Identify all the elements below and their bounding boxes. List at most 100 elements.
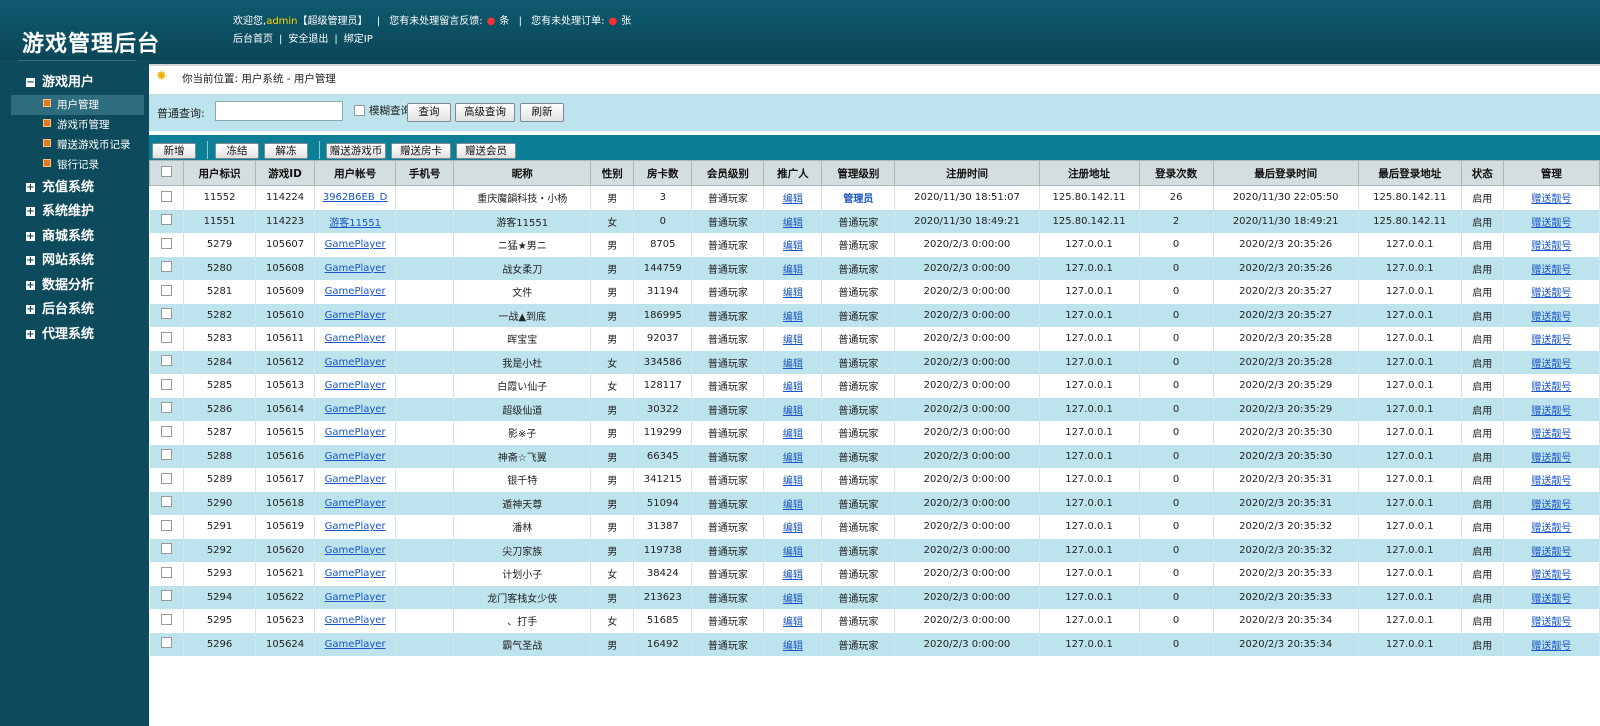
- table-row[interactable]: 5290 105618 GamePlayer 遁神天尊男 51094 普通玩家 编辑 普通玩家…: [149, 491, 1600, 515]
- gift-vip-number-link[interactable]: 赠送靓号: [1531, 382, 1571, 393]
- select-all-checkbox[interactable]: [161, 166, 172, 177]
- account-link[interactable]: GamePlayer: [325, 615, 386, 626]
- edit-link[interactable]: 编辑: [783, 335, 803, 346]
- sidebar-item-bank-records[interactable]: 银行记录: [11, 155, 144, 175]
- edit-link[interactable]: 编辑: [783, 312, 803, 323]
- column-header[interactable]: 管理级别: [821, 160, 896, 186]
- account-link[interactable]: GamePlayer: [325, 474, 386, 485]
- table-row[interactable]: 5289 105617 GamePlayer 银千特男 341215 普通玩家 编辑 普通玩家…: [149, 468, 1600, 492]
- row-select-cell[interactable]: [149, 562, 185, 586]
- row-select-cell[interactable]: [149, 280, 185, 304]
- column-header[interactable]: 用户帐号: [314, 160, 397, 186]
- table-row[interactable]: 5282 105610 GamePlayer 一战▲到底男 186995 普通玩家 编辑 普通…: [149, 303, 1600, 327]
- account-link[interactable]: GamePlayer: [325, 498, 386, 509]
- feedback-count[interactable]: ●: [483, 16, 500, 27]
- refresh-button[interactable]: 刷新: [520, 103, 564, 122]
- edit-link[interactable]: 编辑: [783, 594, 803, 605]
- row-select-cell[interactable]: [149, 444, 185, 468]
- account-link[interactable]: GamePlayer: [325, 639, 386, 650]
- table-row[interactable]: 5295 105623 GamePlayer 、打手女 51685 普通玩家 编辑 普通玩家 2…: [149, 609, 1600, 633]
- sidebar-item-user-management[interactable]: 用户管理: [11, 95, 144, 115]
- gift-vip-number-link[interactable]: 赠送靓号: [1531, 641, 1571, 652]
- edit-link[interactable]: 编辑: [783, 641, 803, 652]
- gift-vip-number-link[interactable]: 赠送靓号: [1531, 547, 1571, 558]
- row-checkbox[interactable]: [160, 355, 172, 367]
- advanced-search-button[interactable]: 高级查询: [455, 103, 515, 122]
- account-link[interactable]: GamePlayer: [325, 404, 386, 415]
- gift-vip-number-link[interactable]: 赠送靓号: [1531, 241, 1571, 252]
- account-link[interactable]: GamePlayer: [325, 263, 386, 274]
- edit-link[interactable]: 编辑: [783, 523, 803, 534]
- row-checkbox[interactable]: [160, 261, 172, 273]
- row-checkbox[interactable]: [160, 284, 172, 296]
- column-header[interactable]: 房卡数: [633, 160, 693, 186]
- sidebar-item-coin-management[interactable]: 游戏币管理: [11, 115, 144, 135]
- column-header[interactable]: 手机号: [395, 160, 455, 186]
- row-select-cell[interactable]: [149, 538, 185, 562]
- row-select-cell[interactable]: [149, 468, 185, 492]
- edit-link[interactable]: 编辑: [783, 288, 803, 299]
- sidebar-item-coin-gift-records[interactable]: 赠送游戏币记录: [11, 135, 144, 155]
- table-row[interactable]: 5284 105612 GamePlayer 我是小杜女 334586 普通玩家 编辑 普通玩…: [149, 350, 1600, 374]
- row-select-cell[interactable]: [149, 397, 185, 421]
- edit-link[interactable]: 编辑: [783, 382, 803, 393]
- column-header[interactable]: 注册时间: [894, 160, 1040, 186]
- row-select-cell[interactable]: [149, 350, 185, 374]
- row-select-cell[interactable]: [149, 303, 185, 327]
- row-checkbox[interactable]: [160, 402, 172, 414]
- search-input[interactable]: [215, 101, 343, 121]
- row-select-cell[interactable]: [149, 585, 185, 609]
- table-row[interactable]: 5279 105607 GamePlayer ニ猛★男ニ男 8705 普通玩家 编辑 普通玩家…: [149, 233, 1600, 257]
- row-checkbox[interactable]: [160, 590, 172, 602]
- menu-group-website[interactable]: + 网站系统: [26, 250, 94, 272]
- row-checkbox[interactable]: [160, 237, 172, 249]
- account-link[interactable]: 3962B6EB_D: [323, 192, 388, 203]
- account-link[interactable]: GamePlayer: [325, 380, 386, 391]
- account-link[interactable]: GamePlayer: [325, 545, 386, 556]
- column-header[interactable]: 昵称: [453, 160, 592, 186]
- gift-vip-number-link[interactable]: 赠送靓号: [1531, 406, 1571, 417]
- row-select-cell[interactable]: [149, 421, 185, 445]
- account-link[interactable]: GamePlayer: [325, 310, 386, 321]
- column-header[interactable]: 状态: [1460, 160, 1504, 186]
- menu-group-maintenance[interactable]: + 系统维护: [26, 201, 94, 223]
- edit-link[interactable]: 编辑: [783, 359, 803, 370]
- account-link[interactable]: GamePlayer: [325, 592, 386, 603]
- edit-link[interactable]: 编辑: [783, 406, 803, 417]
- edit-link[interactable]: 编辑: [783, 547, 803, 558]
- order-count[interactable]: ●: [605, 16, 622, 27]
- table-row[interactable]: 5283 105611 GamePlayer 晖宝宝男 92037 普通玩家 编辑 普通玩家 2…: [149, 327, 1600, 351]
- column-header[interactable]: 游戏ID: [255, 160, 316, 186]
- gift-coins-button[interactable]: 赠送游戏币: [326, 143, 386, 159]
- row-checkbox[interactable]: [160, 378, 172, 390]
- column-header[interactable]: 管理: [1502, 160, 1600, 186]
- row-select-cell[interactable]: [149, 185, 185, 210]
- table-row[interactable]: 5288 105616 GamePlayer 神斋☆飞翼男 66345 普通玩家 编辑 普通玩…: [149, 444, 1600, 468]
- menu-group-analytics[interactable]: + 数据分析: [26, 275, 94, 297]
- menu-group-game-users[interactable]: − 游戏用户: [26, 72, 94, 94]
- gift-vip-number-link[interactable]: 赠送靓号: [1531, 476, 1571, 487]
- table-row[interactable]: 5293 105621 GamePlayer 计划小子女 38424 普通玩家 编辑 普通玩家…: [149, 562, 1600, 586]
- row-checkbox[interactable]: [160, 214, 172, 226]
- column-header[interactable]: 推广人: [763, 160, 823, 186]
- gift-vip-number-link[interactable]: 赠送靓号: [1531, 594, 1571, 605]
- table-row[interactable]: 5292 105620 GamePlayer 尖刀家族男 119738 普通玩家 编辑 普通玩…: [149, 538, 1600, 562]
- row-checkbox[interactable]: [160, 543, 172, 555]
- freeze-button[interactable]: 冻结: [215, 143, 259, 159]
- table-row[interactable]: 5291 105619 GamePlayer 潘林男 31387 普通玩家 编辑 普通玩家 20…: [149, 515, 1600, 539]
- column-header[interactable]: 登录次数: [1138, 160, 1214, 186]
- gift-vip-number-link[interactable]: 赠送靓号: [1531, 523, 1571, 534]
- row-select-cell[interactable]: [149, 609, 185, 633]
- table-row[interactable]: 5287 105615 GamePlayer 影※子男 119299 普通玩家 编辑 普通玩家…: [149, 421, 1600, 445]
- edit-link[interactable]: 编辑: [783, 500, 803, 511]
- gift-vip-number-link[interactable]: 赠送靓号: [1531, 453, 1571, 464]
- edit-link[interactable]: 编辑: [783, 241, 803, 252]
- logout-link[interactable]: 安全退出: [288, 34, 328, 45]
- row-select-cell[interactable]: [149, 632, 185, 656]
- column-header[interactable]: 会员级别: [691, 160, 765, 186]
- unfreeze-button[interactable]: 解冻: [264, 143, 308, 159]
- fuzzy-search-checkbox[interactable]: 模糊查询: [354, 103, 411, 118]
- row-select-cell[interactable]: [149, 491, 185, 515]
- account-link[interactable]: GamePlayer: [325, 427, 386, 438]
- search-button[interactable]: 查询: [407, 103, 451, 122]
